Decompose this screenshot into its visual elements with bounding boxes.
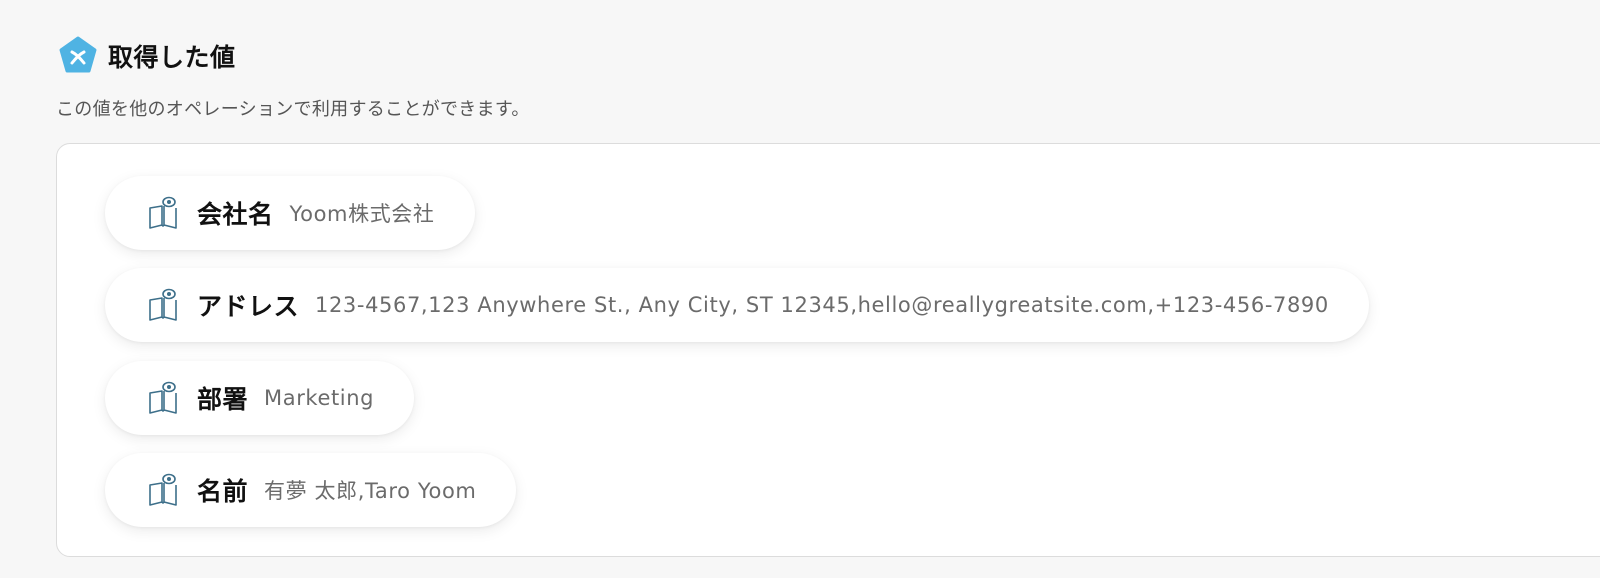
values-panel: 会社名 Yoom株式会社 アドレス 123-4567,123 Anywhere … <box>56 143 1600 557</box>
yoom-pentagon-icon <box>58 36 98 76</box>
book-eye-icon <box>147 472 179 508</box>
value-label: アドレス <box>197 292 300 321</box>
value-pill-name[interactable]: 名前 有夢 太郎,Taro Yoom <box>105 453 517 527</box>
value-label: 名前 <box>197 477 249 506</box>
value-text: 有夢 太郎,Taro Yoom <box>264 479 477 503</box>
value-label: 会社名 <box>197 200 274 229</box>
value-label: 部署 <box>197 385 249 414</box>
book-eye-icon <box>147 195 179 231</box>
section-header: 取得した値 <box>58 34 236 78</box>
book-eye-icon <box>147 287 179 323</box>
book-eye-icon <box>147 380 179 416</box>
value-pill-address[interactable]: アドレス 123-4567,123 Anywhere St., Any City… <box>105 268 1369 342</box>
section-description: この値を他のオペレーションで利用することができます。 <box>56 99 530 120</box>
value-text: 123-4567,123 Anywhere St., Any City, ST … <box>315 293 1329 317</box>
value-text: Yoom株式会社 <box>289 202 435 226</box>
section-title: 取得した値 <box>108 43 236 72</box>
value-pill-department[interactable]: 部署 Marketing <box>105 361 415 435</box>
value-pill-company-name[interactable]: 会社名 Yoom株式会社 <box>105 176 475 250</box>
value-text: Marketing <box>264 386 375 410</box>
